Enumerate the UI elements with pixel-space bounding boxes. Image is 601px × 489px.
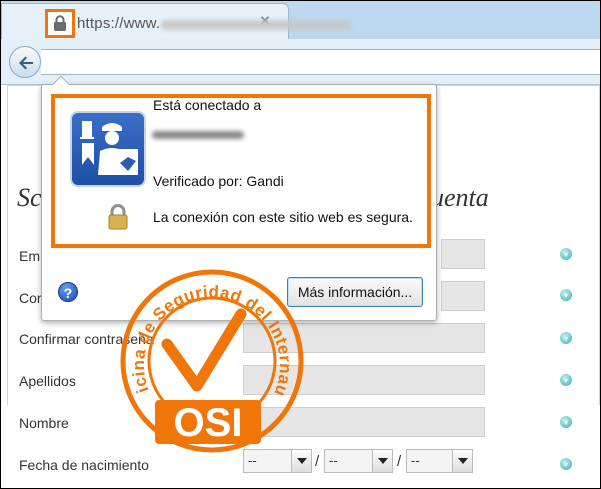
connected-to-label: Está conectado a <box>153 97 262 113</box>
help-icon[interactable]: ? <box>58 282 78 302</box>
select-value: -- <box>248 453 257 468</box>
page-heading-end: uenta <box>431 183 489 212</box>
date-separator: / <box>397 453 402 470</box>
field-label-name: Nombre <box>19 415 69 431</box>
page-heading-start: Sc <box>17 183 42 212</box>
site-name-redacted <box>152 131 244 139</box>
checkmark-icon <box>161 308 247 392</box>
url-text[interactable]: https://www. <box>77 15 160 32</box>
browser-window: × https://www. Sc uenta Em Cor Confirmar… <box>0 0 601 489</box>
osi-stamp: Oficina de Seguridad del Internauta OSI <box>119 268 304 453</box>
navigation-bar <box>1 39 600 85</box>
password-input[interactable] <box>441 281 485 311</box>
birth-year-select[interactable]: -- <box>406 449 473 473</box>
field-label-email: Em <box>19 248 40 264</box>
info-icon[interactable] <box>560 458 572 470</box>
info-icon[interactable] <box>560 289 572 301</box>
email-input[interactable] <box>441 239 485 269</box>
padlock-icon <box>108 204 128 230</box>
birth-month-select[interactable]: -- <box>324 449 393 473</box>
info-icon[interactable] <box>560 416 572 428</box>
back-button[interactable] <box>9 46 41 78</box>
dropdown-arrow-icon <box>372 450 392 472</box>
date-separator: / <box>315 453 320 470</box>
url-redacted <box>161 20 351 30</box>
secure-connection-text: La conexión con este sitio web es segura… <box>153 209 413 225</box>
dropdown-arrow-icon <box>452 450 472 472</box>
address-bar[interactable] <box>41 49 600 75</box>
padlock-icon <box>54 15 66 31</box>
more-info-button[interactable]: Más información... <box>287 277 423 307</box>
select-value: -- <box>329 453 338 468</box>
verified-by-text: Verificado por: Gandi <box>153 173 284 189</box>
select-value: -- <box>411 453 420 468</box>
stamp-logo-text: OSI <box>174 401 243 445</box>
info-icon[interactable] <box>560 374 572 386</box>
identity-officer-icon <box>70 111 146 187</box>
site-identity-button[interactable] <box>45 9 75 38</box>
back-arrow-icon <box>19 56 33 70</box>
field-label-surname: Apellidos <box>19 373 76 389</box>
info-icon[interactable] <box>560 248 572 260</box>
info-icon[interactable] <box>560 332 572 344</box>
highlight-box: Está conectado a Verificado por: Gandi L… <box>51 94 431 248</box>
field-label-password: Cor <box>19 290 42 306</box>
field-label-birthdate: Fecha de nacimiento <box>19 457 149 473</box>
